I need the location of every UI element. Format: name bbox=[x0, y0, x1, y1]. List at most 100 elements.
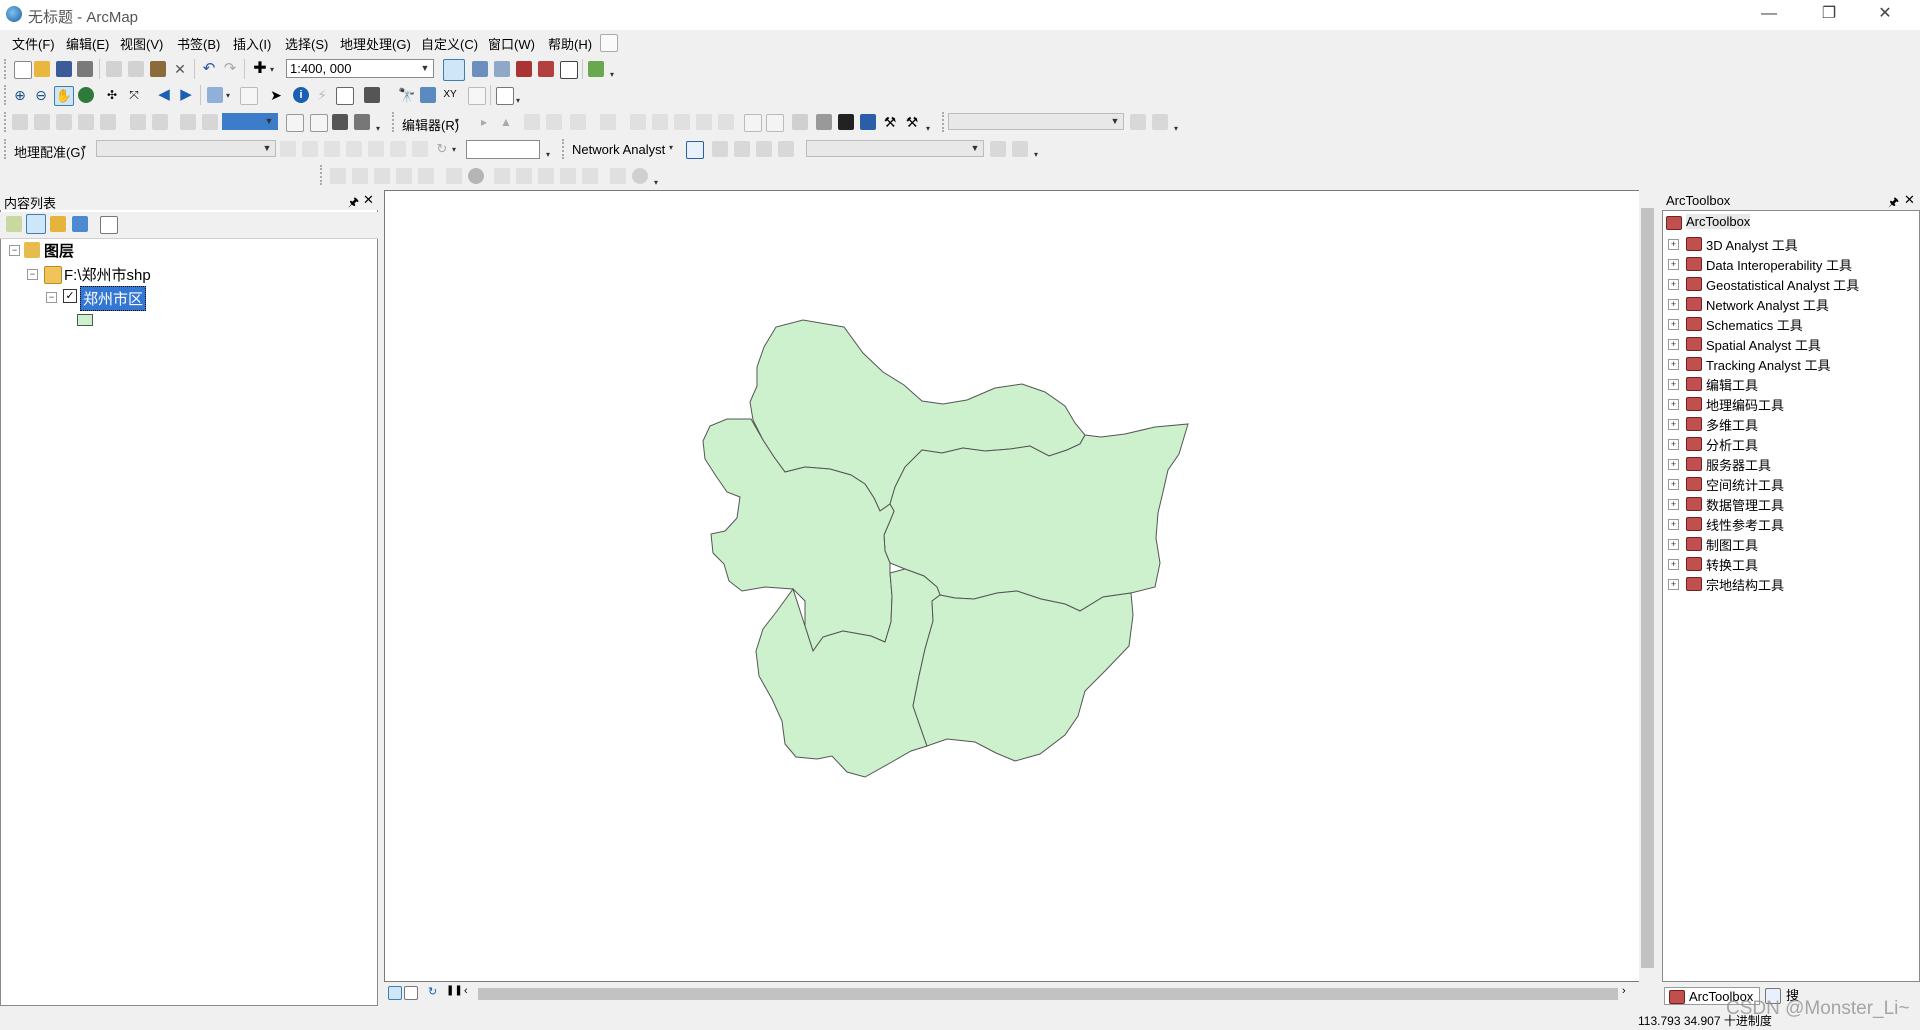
table-of-contents-icon[interactable] bbox=[472, 61, 488, 77]
data-view-icon[interactable] bbox=[388, 986, 402, 1000]
zoom-out-icon[interactable]: ⊖ bbox=[33, 87, 49, 103]
toolbar-options-icon[interactable]: ▾ bbox=[1174, 124, 1182, 134]
list-by-visibility-icon[interactable] bbox=[50, 216, 66, 232]
go-to-xy-icon[interactable]: XY bbox=[442, 87, 458, 103]
collapse-layers-icon[interactable]: − bbox=[9, 245, 20, 256]
menu-geoprocessing[interactable]: 地理处理(G) bbox=[340, 34, 411, 53]
paste-icon[interactable] bbox=[150, 61, 166, 77]
toolbox-item[interactable]: 数据管理工具 bbox=[1706, 495, 1784, 514]
list-by-drawing-order-icon[interactable] bbox=[6, 216, 22, 232]
python-window-icon[interactable] bbox=[560, 61, 578, 79]
layout-pan-icon[interactable] bbox=[56, 114, 72, 130]
scale-georef-icon[interactable] bbox=[324, 141, 340, 157]
expand-toolset-icon[interactable]: + bbox=[1668, 419, 1679, 430]
build-network-dataset-icon[interactable] bbox=[990, 141, 1006, 157]
restore-button[interactable]: ❐ bbox=[1806, 0, 1852, 30]
catalog-window-icon[interactable] bbox=[494, 61, 510, 77]
align-edge-icon[interactable] bbox=[560, 168, 576, 184]
menu-insert[interactable]: 插入(I) bbox=[233, 34, 271, 53]
rotate-tool-icon[interactable] bbox=[718, 114, 734, 130]
data-driven-pages-icon[interactable] bbox=[354, 114, 370, 130]
expand-toolset-icon[interactable]: + bbox=[1668, 439, 1679, 450]
print-icon[interactable] bbox=[77, 61, 93, 77]
toolbox-item[interactable]: Tracking Analyst 工具 bbox=[1706, 355, 1831, 374]
parcel-editor-icon[interactable] bbox=[610, 168, 626, 184]
edit-tool-icon[interactable]: ▸ bbox=[476, 114, 492, 130]
toolbar-options-icon[interactable]: ▾ bbox=[546, 150, 554, 160]
arctoolbox-close-icon[interactable]: ✕ bbox=[1904, 192, 1915, 208]
layer-visibility-checkbox[interactable]: ✓ bbox=[63, 289, 77, 303]
district-polygon-southeast[interactable] bbox=[912, 590, 1134, 762]
map-canvas[interactable] bbox=[385, 191, 1639, 981]
expand-toolset-icon[interactable]: + bbox=[1668, 239, 1679, 250]
expand-toolset-icon[interactable]: + bbox=[1668, 279, 1679, 290]
build-network-icon[interactable]: ⚒ bbox=[904, 114, 920, 130]
copy-icon[interactable] bbox=[128, 61, 144, 77]
expand-toolset-icon[interactable]: + bbox=[1668, 539, 1679, 550]
expand-toolset-icon[interactable]: + bbox=[1668, 379, 1679, 390]
open-folder-icon[interactable] bbox=[34, 61, 50, 77]
scroll-left-arrow-icon[interactable]: ‹ bbox=[464, 985, 468, 997]
collapse-layer-icon[interactable]: − bbox=[46, 292, 57, 303]
expand-toolset-icon[interactable]: + bbox=[1668, 359, 1679, 370]
map-topology-icon[interactable] bbox=[494, 168, 510, 184]
pause-drawing-icon[interactable]: ❚❚ bbox=[446, 985, 463, 996]
expand-toolset-icon[interactable]: + bbox=[1668, 259, 1679, 270]
pin-icon[interactable]: 🖈 bbox=[348, 193, 359, 214]
select-elements-icon[interactable]: ➤ bbox=[268, 87, 284, 103]
menu-edit[interactable]: 编辑(E) bbox=[66, 34, 109, 53]
add-control-points-icon[interactable] bbox=[368, 141, 384, 157]
end-point-arc-icon[interactable] bbox=[546, 114, 562, 130]
layout-zoom-in-icon[interactable] bbox=[12, 114, 28, 130]
redo-icon[interactable]: ↷ bbox=[222, 61, 238, 77]
cut-icon[interactable] bbox=[106, 61, 122, 77]
point-icon[interactable] bbox=[600, 114, 616, 130]
create-network-location-icon[interactable] bbox=[712, 141, 728, 157]
expand-toolset-icon[interactable]: + bbox=[1668, 339, 1679, 350]
menu-customize[interactable]: 自定义(C) bbox=[421, 34, 478, 53]
network-analyst-dropdown-icon[interactable]: ▾ bbox=[669, 143, 677, 153]
toolbar-options-icon[interactable]: ▾ bbox=[516, 96, 524, 106]
expand-toolset-icon[interactable]: + bbox=[1668, 479, 1679, 490]
hammer-icon[interactable]: ⚒ bbox=[882, 114, 898, 130]
toolbox-item[interactable]: 制图工具 bbox=[1706, 535, 1758, 554]
fixed-layout-zoom-in-icon[interactable] bbox=[130, 114, 146, 130]
forward-extent-icon[interactable]: ▶ bbox=[178, 87, 194, 103]
time-slider-icon[interactable] bbox=[468, 87, 486, 105]
menu-help[interactable]: 帮助(H) bbox=[548, 34, 592, 53]
toolbox-item[interactable]: 3D Analyst 工具 bbox=[1706, 235, 1798, 254]
fixed-zoom-out-icon[interactable]: ⤧ bbox=[126, 87, 142, 103]
layout-zoom-out-icon[interactable] bbox=[34, 114, 50, 130]
rotate-icon[interactable]: ↻ bbox=[434, 141, 450, 157]
expand-toolset-icon[interactable]: + bbox=[1668, 519, 1679, 530]
toolbox-item[interactable]: 线性参考工具 bbox=[1706, 515, 1784, 534]
zoom-whole-page-icon[interactable] bbox=[78, 114, 94, 130]
expand-toolset-icon[interactable]: + bbox=[1668, 399, 1679, 410]
editor-menu-label[interactable]: 编辑器(R) bbox=[402, 115, 459, 134]
toolbar-grip[interactable] bbox=[4, 112, 10, 132]
toolbar-grip[interactable] bbox=[4, 85, 10, 105]
toggle-draft-mode-icon[interactable] bbox=[286, 114, 304, 132]
toolbar-options-icon[interactable]: ▾ bbox=[926, 124, 934, 134]
toolbar-options-icon[interactable]: ▾ bbox=[1034, 150, 1042, 160]
network-tool-icon[interactable] bbox=[838, 114, 854, 130]
expand-toolset-icon[interactable]: + bbox=[1668, 559, 1679, 570]
toc-close-icon[interactable]: ✕ bbox=[363, 192, 374, 208]
trace-icon[interactable] bbox=[570, 114, 586, 130]
rotate-georef-icon[interactable] bbox=[280, 141, 296, 157]
chevron-down-icon[interactable]: ▼ bbox=[262, 113, 276, 130]
chevron-down-icon[interactable]: ▼ bbox=[418, 60, 432, 77]
pan-icon[interactable]: ✋ bbox=[54, 86, 74, 106]
model-builder-icon[interactable] bbox=[588, 61, 604, 77]
list-by-selection-icon[interactable] bbox=[72, 216, 88, 232]
horizontal-scroll-thumb[interactable] bbox=[478, 988, 1618, 1000]
toolbox-item[interactable]: Data Interoperability 工具 bbox=[1706, 255, 1852, 274]
create-features-icon[interactable] bbox=[792, 114, 808, 130]
editor-menu-dropdown-icon[interactable]: ▾ bbox=[455, 116, 463, 126]
toolbar-grip[interactable] bbox=[562, 139, 568, 159]
georeferencing-dropdown-icon[interactable]: ▾ bbox=[82, 143, 90, 153]
add-data-dropdown-icon[interactable]: ▾ bbox=[270, 65, 278, 75]
reshape-edge-icon[interactable] bbox=[516, 168, 532, 184]
straight-segment-icon[interactable] bbox=[524, 114, 540, 130]
vertical-scroll-thumb[interactable] bbox=[1641, 208, 1654, 968]
